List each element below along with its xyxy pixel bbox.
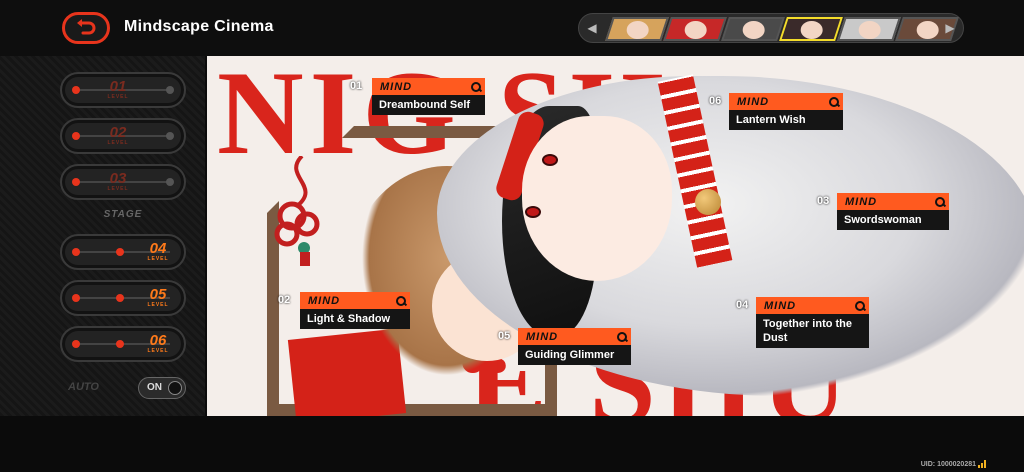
mind-header: MIND [300, 292, 410, 309]
pill-dot [166, 86, 174, 94]
character-portrait [626, 21, 649, 39]
character-thumb-5[interactable] [837, 17, 901, 41]
mind-label: MIND [845, 195, 878, 208]
mind-header: MIND [518, 328, 631, 345]
mind-title: Dreambound Self [372, 95, 485, 115]
mind-label: MIND [526, 330, 559, 343]
level-number: 03 LEVEL [107, 170, 129, 192]
next-character-arrow-icon[interactable]: ▶ [943, 20, 957, 36]
mind-label: MIND [737, 95, 770, 108]
level-02-button[interactable]: 02 LEVEL [60, 118, 186, 154]
pill-dot [72, 248, 80, 256]
level-number: 05 LEVEL [147, 286, 169, 308]
mind-number: 02 [278, 294, 291, 306]
mind-header: MIND [372, 78, 485, 95]
mind-number: 04 [736, 299, 749, 311]
search-icon[interactable] [471, 81, 481, 92]
search-icon[interactable] [617, 331, 627, 342]
level-05-button[interactable]: 05 LEVEL [60, 280, 186, 316]
level-01-button[interactable]: 01 LEVEL [60, 72, 186, 108]
level-03-button[interactable]: 03 LEVEL [60, 164, 186, 200]
pill-dot [116, 248, 124, 256]
character-thumb-3[interactable] [721, 17, 785, 41]
mind-title: Lantern Wish [729, 110, 843, 130]
mind-title: Together into the Dust [756, 314, 869, 348]
pill-dot [116, 340, 124, 348]
mind-title: Swordswoman [837, 210, 949, 230]
character-face [522, 116, 672, 281]
top-bar: Mindscape Cinema ◀ ▶ [0, 0, 1024, 56]
prev-character-arrow-icon[interactable]: ◀ [585, 20, 599, 36]
character-portrait [800, 21, 823, 39]
signal-icon [978, 460, 988, 468]
level-06-button[interactable]: 06 LEVEL [60, 326, 186, 362]
pill-dot [166, 132, 174, 140]
mind-header: MIND [729, 93, 843, 110]
character-portrait [916, 21, 939, 39]
search-icon[interactable] [396, 295, 406, 306]
eye [525, 206, 541, 218]
level-number: 01 LEVEL [107, 78, 129, 100]
back-arrow-icon [77, 19, 96, 35]
auto-label: AUTO [68, 381, 99, 393]
mind-number: 05 [498, 330, 511, 342]
red-knot-tassel-icon [274, 156, 320, 266]
search-icon[interactable] [855, 300, 865, 311]
character-thumb-1[interactable] [605, 17, 669, 41]
gold-bell [695, 189, 721, 215]
back-button[interactable] [62, 12, 110, 44]
pill-dot [166, 178, 174, 186]
pill-dot [72, 178, 80, 186]
mind-number: 03 [817, 195, 830, 207]
level-number: 04 LEVEL [147, 240, 169, 262]
mind-label: MIND [764, 299, 797, 312]
mind-label: MIND [380, 80, 413, 93]
auto-play-row: AUTO ON [60, 377, 186, 399]
pill-dot [72, 294, 80, 302]
mind-header: MIND [837, 193, 949, 210]
toggle-knob [168, 381, 182, 395]
search-icon[interactable] [829, 96, 839, 107]
mind-number: 01 [350, 80, 363, 92]
mind-number: 06 [709, 95, 722, 107]
character-portrait [858, 21, 881, 39]
search-icon[interactable] [935, 196, 945, 207]
auto-toggle[interactable]: ON [138, 377, 186, 399]
stage-divider-label: STAGE [103, 209, 143, 220]
bottom-bar: UID: 1000020281 [0, 416, 1024, 472]
mind-label: MIND [308, 294, 341, 307]
pill-dot [72, 86, 80, 94]
pill-dot [72, 340, 80, 348]
level-number: 02 LEVEL [107, 124, 129, 146]
mind-title: Light & Shadow [300, 309, 410, 329]
level-04-button[interactable]: 04 LEVEL [60, 234, 186, 270]
level-number: 06 LEVEL [147, 332, 169, 354]
character-thumb-2[interactable] [663, 17, 727, 41]
pill-dot [72, 132, 80, 140]
mind-title: Guiding Glimmer [518, 345, 631, 365]
pill-dot [116, 294, 124, 302]
toggle-state-label: ON [147, 382, 162, 393]
uid-label: UID: 1000020281 [920, 461, 976, 468]
character-portrait [684, 21, 707, 39]
mind-header: MIND [756, 297, 869, 314]
character-portrait [742, 21, 765, 39]
page-title: Mindscape Cinema [124, 18, 274, 35]
character-selector: ◀ ▶ [578, 13, 964, 43]
character-thumb-4-selected[interactable] [779, 17, 843, 41]
eye [542, 154, 558, 166]
level-panel: 01 LEVEL 02 LEVEL 03 LEVEL STAGE 04 LEVEL 05… [0, 56, 205, 416]
